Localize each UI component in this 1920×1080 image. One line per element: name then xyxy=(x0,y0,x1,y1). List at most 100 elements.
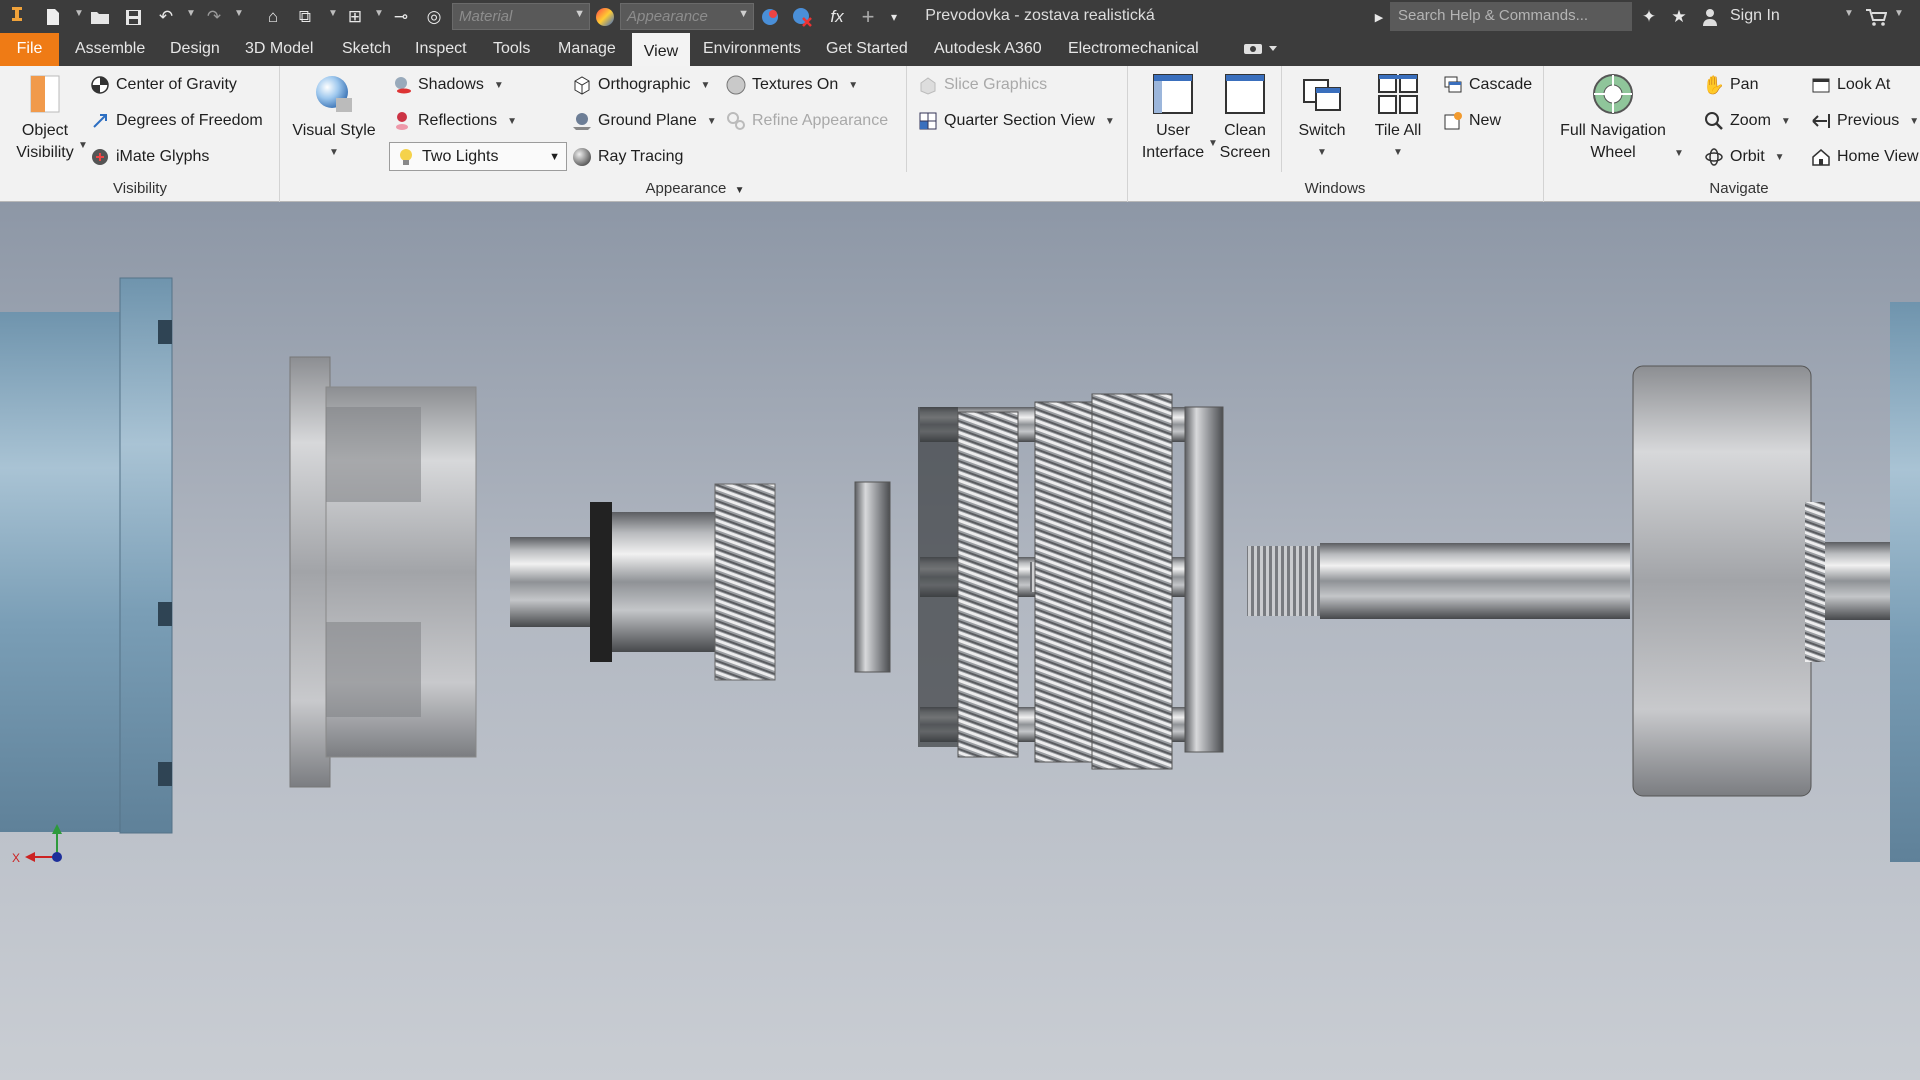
new-file-icon[interactable] xyxy=(42,6,64,28)
refine-appearance-button[interactable]: Refine Appearance xyxy=(726,108,888,134)
inventor-logo-icon[interactable] xyxy=(6,6,28,28)
open-folder-icon[interactable] xyxy=(88,6,112,28)
ray-tracing-button[interactable]: Ray Tracing xyxy=(572,144,683,170)
gear-cluster-part[interactable] xyxy=(854,393,1224,770)
user-interface-button[interactable]: User Interface xyxy=(1136,72,1210,164)
a360-comm-icon[interactable]: ✦ xyxy=(1638,6,1660,28)
tab-view[interactable]: View xyxy=(632,33,690,67)
redo-dropdown-arrow-icon[interactable]: ▼ xyxy=(234,8,244,19)
zoom-button[interactable]: Zoom ▼ xyxy=(1704,108,1791,134)
appearance-selector[interactable]: Appearance ▼ xyxy=(620,3,754,30)
tile-all-icon xyxy=(1378,74,1418,114)
clear-appearance-icon[interactable] xyxy=(790,6,814,28)
favorites-star-icon[interactable]: ★ xyxy=(1668,6,1690,28)
tab-autodesk-a360[interactable]: Autodesk A360 xyxy=(934,33,1042,66)
object-visibility-arrow-icon[interactable]: ▼ xyxy=(78,140,88,151)
tab-get-started[interactable]: Get Started xyxy=(826,33,908,66)
lighting-style-select[interactable]: Two Lights ▼ xyxy=(389,142,567,171)
tile-all-button[interactable]: Tile All ▼ xyxy=(1364,72,1432,164)
update-dropdown-arrow-icon[interactable]: ▼ xyxy=(328,8,338,19)
gearbox-exploded-view[interactable]: X xyxy=(0,202,1920,1080)
visual-style-icon xyxy=(316,76,352,112)
add-icon[interactable]: + xyxy=(857,4,879,29)
parameters-fx-icon[interactable]: fx xyxy=(825,6,849,28)
home-view-button[interactable]: Home View xyxy=(1811,144,1919,170)
tab-assemble[interactable]: Assemble xyxy=(75,33,145,66)
clean-screen-button[interactable]: Clean Screen xyxy=(1210,72,1280,164)
select-filter-icon[interactable]: ⊞ xyxy=(344,6,366,28)
slice-graphics-button[interactable]: Slice Graphics xyxy=(918,72,1047,98)
slice-graphics-icon xyxy=(918,75,938,95)
tab-electromechanical[interactable]: Electromechanical xyxy=(1068,33,1199,66)
save-icon[interactable] xyxy=(122,6,144,28)
reflections-button[interactable]: Reflections ▼ xyxy=(392,108,517,134)
shadows-button[interactable]: Shadows ▼ xyxy=(392,72,504,98)
tab-inspect[interactable]: Inspect xyxy=(415,33,467,66)
full-navigation-wheel-button[interactable]: Full Navigation Wheel xyxy=(1552,72,1674,164)
input-shaft-gear-part[interactable] xyxy=(510,483,776,681)
group-separator xyxy=(1281,66,1282,172)
update-icon[interactable]: ⧉ xyxy=(294,6,316,28)
cascade-button[interactable]: Cascade xyxy=(1443,72,1532,98)
orbit-button[interactable]: Orbit ▼ xyxy=(1704,144,1785,170)
center-of-gravity-button[interactable]: Center of Gravity xyxy=(90,72,237,98)
signin-dropdown-arrow-icon[interactable]: ▼ xyxy=(1844,8,1854,19)
user-icon[interactable] xyxy=(1700,6,1720,28)
tab-design[interactable]: Design xyxy=(170,33,220,66)
tab-sketch[interactable]: Sketch xyxy=(342,33,391,66)
camera-toggle-icon xyxy=(1244,44,1277,54)
bearing-cover-part[interactable] xyxy=(289,356,477,788)
title-bar: ▼ ↶ ▼ ↷ ▼ ⌂ ⧉ ▼ ⊞ ▼ ⊸ ◎ Material ▼ Appea… xyxy=(0,0,1920,33)
sign-in-link[interactable]: Sign In xyxy=(1730,7,1780,25)
previous-view-button[interactable]: Previous ▼ xyxy=(1811,108,1919,134)
degrees-of-freedom-button[interactable]: Degrees of Freedom xyxy=(90,108,263,134)
adjust-appearance-icon[interactable] xyxy=(758,6,782,28)
redo-icon[interactable]: ↷ xyxy=(203,6,225,28)
material-selector[interactable]: Material ▼ xyxy=(452,3,590,30)
globe-icon[interactable]: ◎ xyxy=(423,6,445,28)
look-at-icon xyxy=(1811,75,1831,95)
tab-environments[interactable]: Environments xyxy=(703,33,801,66)
undo-dropdown-arrow-icon[interactable]: ▼ xyxy=(186,8,196,19)
new-dropdown-arrow-icon[interactable]: ▼ xyxy=(74,8,84,19)
right-housing-part[interactable] xyxy=(1890,302,1920,862)
home-icon[interactable]: ⌂ xyxy=(262,6,284,28)
undo-icon[interactable]: ↶ xyxy=(155,6,177,28)
measure-icon[interactable]: ⊸ xyxy=(390,6,412,28)
left-housing-part[interactable] xyxy=(0,277,173,834)
ground-plane-button[interactable]: Ground Plane ▼ xyxy=(572,108,717,134)
tab-tools[interactable]: Tools xyxy=(493,33,530,66)
quarter-section-view-button[interactable]: Quarter Section View ▼ xyxy=(918,108,1115,134)
clean-screen-label-1: Clean xyxy=(1224,122,1266,139)
look-at-button[interactable]: Look At xyxy=(1811,72,1890,98)
imate-glyphs-button[interactable]: iMate Glyphs xyxy=(90,144,209,170)
navigate-group-label: Navigate xyxy=(1709,180,1769,197)
output-shaft-drum-part[interactable] xyxy=(1247,365,1900,797)
triad-x-label: X xyxy=(12,851,20,865)
pan-label: Pan xyxy=(1730,76,1759,93)
refine-appearance-label: Refine Appearance xyxy=(752,112,889,129)
textures-on-button[interactable]: Textures On ▼ xyxy=(726,72,858,98)
select-dropdown-arrow-icon[interactable]: ▼ xyxy=(374,8,384,19)
ribbon-display-toggle[interactable] xyxy=(1242,33,1278,66)
tab-3d-model[interactable]: 3D Model xyxy=(245,33,313,66)
switch-window-button[interactable]: Switch ▼ xyxy=(1290,72,1354,164)
object-visibility-button[interactable]: Object Visibility xyxy=(8,72,82,164)
appearance-group-label[interactable]: Appearance ▼ xyxy=(640,180,750,197)
orthographic-button[interactable]: Orthographic ▼ xyxy=(572,72,710,98)
appearance-ball-icon[interactable] xyxy=(593,6,617,28)
tab-file[interactable]: File xyxy=(0,33,59,66)
new-window-icon xyxy=(1443,111,1463,131)
reflections-label: Reflections xyxy=(418,112,498,129)
tab-manage[interactable]: Manage xyxy=(558,33,616,66)
new-window-button[interactable]: New xyxy=(1443,108,1501,134)
search-input[interactable]: Search Help & Commands... xyxy=(1390,2,1632,31)
visual-style-button[interactable]: Visual Style ▼ xyxy=(290,72,378,164)
expand-search-arrow-icon[interactable]: ▶ xyxy=(1372,6,1386,28)
cart-icon[interactable] xyxy=(1864,6,1888,28)
cart-dropdown-arrow-icon[interactable]: ▼ xyxy=(1894,8,1904,19)
pan-button[interactable]: ✋ Pan xyxy=(1703,72,1759,98)
navigation-wheel-icon xyxy=(1593,74,1633,114)
graphics-viewport[interactable]: X xyxy=(0,202,1920,1080)
navigation-wheel-arrow-icon[interactable]: ▼ xyxy=(1674,148,1684,159)
